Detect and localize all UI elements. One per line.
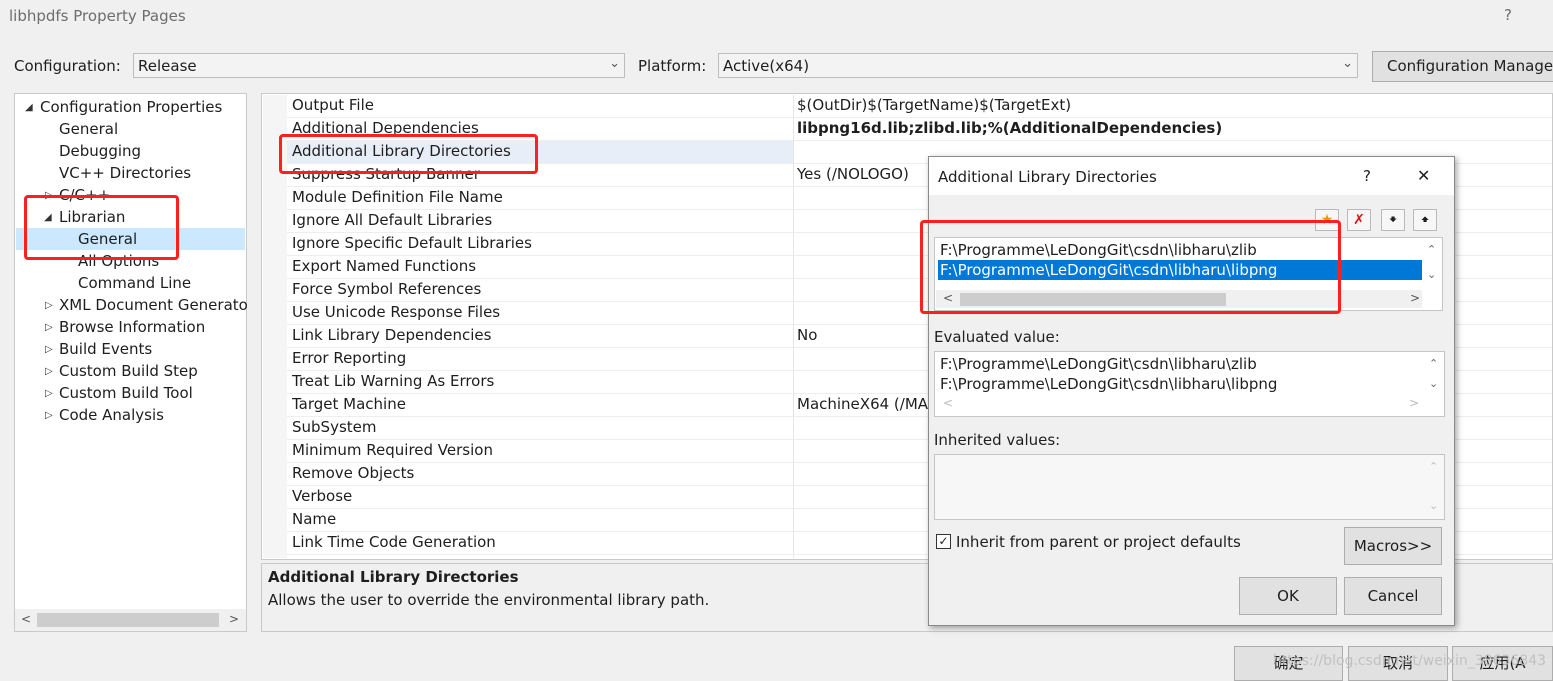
category-tree: ◢ Configuration Properties General Debug… [14, 93, 248, 632]
property-value[interactable]: libpng16d.lib;zlibd.lib;%(AdditionalDepe… [797, 119, 1222, 137]
property-name[interactable]: Ignore All Default Libraries [292, 211, 492, 229]
property-name[interactable]: Module Definition File Name [292, 188, 503, 206]
scroll-up-icon[interactable]: ⌃ [1429, 357, 1438, 370]
annotation-box-tree [24, 195, 179, 260]
collapsed-triangle-icon[interactable]: ▷ [45, 322, 53, 333]
configuration-combo[interactable]: Release ⌄ [133, 53, 625, 78]
dialog-cancel-button[interactable]: Cancel [1344, 577, 1442, 615]
property-value[interactable]: Yes (/NOLOGO) [797, 165, 909, 183]
tree-item-configuration-properties[interactable]: Configuration Properties [40, 98, 222, 116]
platform-combo[interactable]: Active(x64) ⌄ [718, 53, 1358, 78]
tree-item-code-analysis[interactable]: Code Analysis [59, 406, 164, 424]
configuration-label: Configuration: [14, 57, 121, 75]
row-divider [287, 117, 1552, 118]
help-button[interactable]: ? [1504, 6, 1512, 24]
scroll-down-icon[interactable]: ⌄ [1429, 377, 1438, 390]
scroll-up-icon[interactable]: ⌃ [1429, 460, 1438, 473]
annotation-box-grid [279, 134, 538, 174]
configuration-manager-button[interactable]: Configuration Manager [1372, 51, 1553, 82]
property-name[interactable]: Link Library Dependencies [292, 326, 491, 344]
expanded-triangle-icon[interactable]: ◢ [25, 102, 33, 113]
property-name[interactable]: Use Unicode Response Files [292, 303, 500, 321]
watermark: https://blog.csdn.net/weixin_38636843 [1273, 653, 1547, 669]
tree-item-custom-build-step[interactable]: Custom Build Step [59, 362, 198, 380]
platform-label: Platform: [638, 57, 707, 75]
delete-icon[interactable]: ✗ [1347, 209, 1371, 231]
property-name[interactable]: Minimum Required Version [292, 441, 493, 459]
configuration-value: Release [138, 57, 197, 75]
property-name[interactable]: Verbose [292, 487, 352, 505]
scroll-down-icon[interactable]: ⌄ [1427, 268, 1436, 281]
property-name[interactable]: Name [292, 510, 336, 528]
property-name[interactable]: SubSystem [292, 418, 377, 436]
inherit-checkbox[interactable]: ✓ [936, 534, 951, 549]
tree-item-build-events[interactable]: Build Events [59, 340, 152, 358]
collapsed-triangle-icon[interactable]: ▷ [45, 388, 53, 399]
tree-item-command-line[interactable]: Command Line [78, 274, 191, 292]
column-divider [793, 95, 794, 558]
evaluated-label: Evaluated value: [934, 328, 1060, 346]
property-name[interactable]: Output File [292, 96, 374, 114]
dialog-title: Additional Library Directories [938, 168, 1157, 186]
property-name[interactable]: Ignore Specific Default Libraries [292, 234, 532, 252]
property-name[interactable]: Target Machine [292, 395, 406, 413]
property-value[interactable]: No [797, 326, 817, 344]
collapsed-triangle-icon[interactable]: ▷ [45, 300, 53, 311]
tree-item-custom-build-tool[interactable]: Custom Build Tool [59, 384, 193, 402]
evaluated-entry: F:\Programme\LeDongGit\csdn\libharu\libp… [940, 375, 1278, 393]
evaluated-entry: F:\Programme\LeDongGit\csdn\libharu\zlib [940, 355, 1257, 373]
annotation-box-dialog-list [920, 220, 1341, 314]
scroll-right-icon[interactable]: > [1410, 291, 1420, 305]
property-name[interactable]: Error Reporting [292, 349, 406, 367]
collapsed-triangle-icon[interactable]: ▷ [45, 344, 53, 355]
close-icon[interactable]: ✕ [1417, 166, 1430, 185]
property-name[interactable]: Force Symbol References [292, 280, 481, 298]
tree-item-general[interactable]: General [59, 120, 118, 138]
description-title: Additional Library Directories [268, 568, 519, 586]
inherit-checkbox-label[interactable]: Inherit from parent or project defaults [956, 533, 1241, 551]
scroll-up-icon[interactable]: ⌃ [1427, 243, 1436, 256]
inherited-label: Inherited values: [934, 431, 1061, 449]
collapsed-triangle-icon[interactable]: ▷ [45, 366, 53, 377]
evaluated-list: F:\Programme\LeDongGit\csdn\libharu\zlib… [934, 351, 1445, 417]
tree-horizontal-scrollbar[interactable]: < > [15, 609, 246, 631]
macros-button[interactable]: Macros>> [1344, 527, 1442, 565]
chevron-down-icon: ⌄ [1342, 56, 1353, 71]
tree-item-debugging[interactable]: Debugging [59, 142, 141, 160]
description-text: Allows the user to override the environm… [268, 591, 710, 609]
tree-item-browse-information[interactable]: Browse Information [59, 318, 205, 336]
scroll-right-icon[interactable]: > [1409, 396, 1419, 410]
scroll-left-icon[interactable]: < [943, 396, 953, 410]
window-title: libhpdfs Property Pages [9, 7, 186, 25]
property-value[interactable]: $(OutDir)$(TargetName)$(TargetExt) [797, 96, 1071, 114]
tree-item-vc-directories[interactable]: VC++ Directories [59, 164, 191, 182]
move-up-icon[interactable]: 🠹 [1413, 209, 1437, 231]
scrollbar-thumb[interactable] [37, 613, 219, 627]
dialog-ok-button[interactable]: OK [1239, 577, 1337, 615]
dialog-help-button[interactable]: ? [1363, 167, 1371, 185]
property-name[interactable]: Remove Objects [292, 464, 414, 482]
scroll-down-icon[interactable]: ⌄ [1429, 499, 1438, 512]
property-value[interactable]: MachineX64 (/MA [797, 395, 928, 413]
title-bar [0, 0, 1553, 34]
chevron-down-icon: ⌄ [609, 56, 620, 71]
property-name[interactable]: Treat Lib Warning As Errors [292, 372, 494, 390]
move-down-icon[interactable]: 🠻 [1381, 209, 1405, 231]
collapsed-triangle-icon[interactable]: ▷ [45, 410, 53, 421]
property-name[interactable]: Export Named Functions [292, 257, 476, 275]
scroll-right-icon[interactable]: > [229, 612, 239, 626]
property-name[interactable]: Link Time Code Generation [292, 533, 496, 551]
scroll-left-icon[interactable]: < [21, 612, 31, 626]
inherited-list: ⌃ ⌄ [934, 454, 1445, 520]
platform-value: Active(x64) [723, 57, 810, 75]
tree-item-xml-document[interactable]: XML Document Generato [59, 296, 248, 314]
